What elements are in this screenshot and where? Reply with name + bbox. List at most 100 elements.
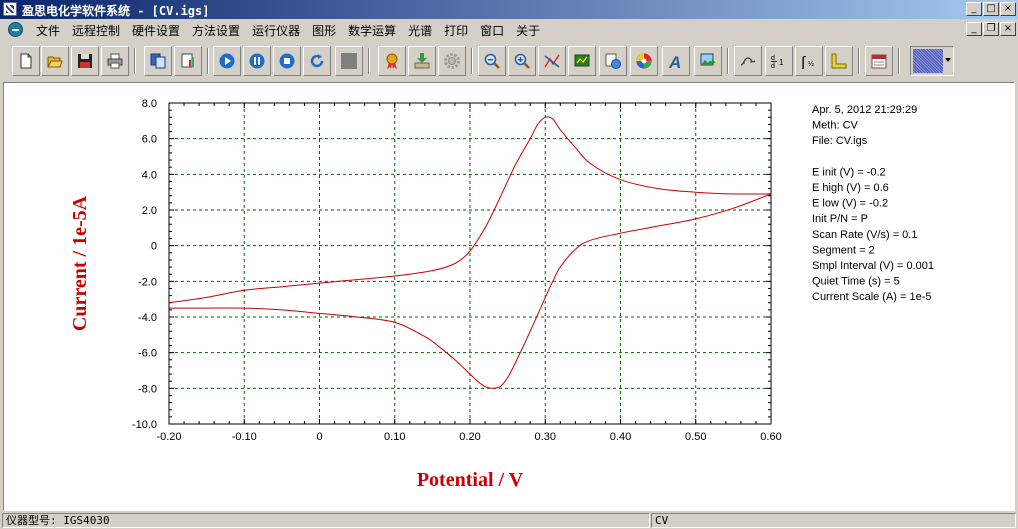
mdi-child-icon[interactable] — [8, 22, 23, 37]
text-button[interactable]: A — [662, 46, 690, 76]
y-tick-label: -4.0 — [138, 312, 157, 324]
monitor-chart-icon — [574, 54, 590, 67]
ruler-button[interactable] — [825, 46, 853, 76]
stop-button[interactable] — [273, 46, 301, 76]
mdi-restore-button[interactable]: ❐ — [983, 22, 999, 36]
svg-text:d: d — [771, 63, 775, 69]
color-wheel-icon — [636, 53, 652, 69]
gear-icon — [444, 53, 460, 69]
blank-button[interactable] — [335, 46, 363, 76]
blank-gray-icon — [341, 53, 357, 69]
x-tick-label: 0 — [316, 431, 322, 443]
pause-icon — [249, 53, 265, 69]
info-line: Meth: CV — [812, 120, 859, 132]
y-tick-label: -8.0 — [138, 383, 157, 395]
svg-text:½: ½ — [808, 60, 814, 68]
info-line: Apr. 5, 2012 21:29:29 — [812, 104, 917, 116]
experiment-info: Apr. 5, 2012 21:29:29 Meth: CV File: CV.ig… — [812, 104, 934, 303]
zoom-in-icon — [514, 53, 530, 69]
smooth-curve-icon — [740, 57, 756, 66]
smooth-button[interactable] — [734, 46, 762, 76]
zoom-out-button[interactable] — [478, 46, 506, 76]
graph-tools-button[interactable] — [538, 46, 566, 76]
tick-label-layer: -0.20 -0.10 0 0.10 0.20 0.30 0.40 0.50 0.60 8.0 6.… — [132, 98, 782, 443]
refresh-button[interactable] — [303, 46, 331, 76]
menu-file[interactable]: 文件 — [30, 22, 66, 39]
info-line: Current Scale (A) = 1e-5 — [812, 291, 932, 303]
toolbar-separator — [858, 48, 860, 74]
menu-print[interactable]: 打印 — [438, 22, 474, 39]
toolbar-separator — [134, 48, 136, 74]
basket-download-icon — [414, 53, 430, 69]
integral-button[interactable]: ∫ ½ — [795, 46, 823, 76]
info-line: E high (V) = 0.6 — [812, 182, 889, 194]
calendar-button[interactable] — [865, 46, 893, 76]
download-button[interactable] — [408, 46, 436, 76]
overlay-button[interactable] — [599, 46, 627, 76]
x-axis-title: Potential / V — [417, 469, 524, 491]
svg-text:∫: ∫ — [801, 54, 807, 69]
zoom-out-icon — [484, 53, 500, 69]
derivative-button[interactable]: dd1 — [765, 46, 793, 76]
print-button[interactable] — [101, 46, 129, 76]
menu-run-instrument[interactable]: 运行仪器 — [246, 22, 306, 39]
menu-math[interactable]: 数学运算 — [342, 22, 402, 39]
close-button[interactable]: × — [1000, 2, 1016, 16]
y-tick-label: 0 — [151, 241, 157, 253]
report-icon — [181, 53, 194, 68]
run-button[interactable] — [213, 46, 241, 76]
x-tick-label: 0.30 — [535, 431, 556, 443]
print-icon — [107, 53, 123, 69]
menu-spectrum[interactable]: 光谱 — [402, 22, 438, 39]
svg-text:d: d — [771, 55, 775, 62]
toolbar-separator — [727, 48, 729, 74]
maximize-button[interactable]: □ — [983, 2, 999, 16]
x-tick-label: 0.40 — [610, 431, 631, 443]
pause-button[interactable] — [243, 46, 271, 76]
open-button[interactable] — [41, 46, 69, 76]
open-folder-icon — [47, 56, 63, 68]
menu-about[interactable]: 关于 — [510, 22, 546, 39]
info-line: E low (V) = -0.2 — [812, 198, 888, 210]
y-tick-label: -10.0 — [132, 419, 157, 431]
app-icon[interactable] — [3, 2, 17, 16]
menu-window[interactable]: 窗口 — [474, 22, 510, 39]
zoom-in-button[interactable] — [508, 46, 536, 76]
y-tick-label: 8.0 — [142, 98, 157, 110]
y-tick-label: -2.0 — [138, 276, 157, 288]
copy-window-button[interactable] — [144, 46, 172, 76]
new-file-button[interactable] — [12, 46, 40, 76]
menu-bar: 文件 远程控制 硬件设置 方法设置 运行仪器 图形 数学运算 光谱 打印 窗口 … — [0, 19, 1018, 40]
ruler-icon — [831, 53, 847, 69]
status-method: CV — [651, 513, 1016, 528]
image-export-button[interactable] — [694, 46, 722, 76]
status-instrument: 仪器型号: IGS4030 — [2, 513, 650, 528]
copy-window-icon — [150, 53, 166, 69]
y-tick-label: 2.0 — [142, 205, 157, 217]
report-button[interactable] — [174, 46, 202, 76]
y-tick-label: 4.0 — [142, 169, 157, 181]
menu-hardware-settings[interactable]: 硬件设置 — [126, 22, 186, 39]
settings-button[interactable] — [438, 46, 466, 76]
minimize-button[interactable]: _ — [966, 2, 982, 16]
monitor-chart-button[interactable] — [568, 46, 596, 76]
save-button[interactable] — [71, 46, 99, 76]
x-tick-label: 0.20 — [459, 431, 480, 443]
x-tick-label: -0.10 — [232, 431, 257, 443]
menu-graphics[interactable]: 图形 — [306, 22, 342, 39]
run-play-icon — [219, 53, 235, 69]
title-bar: 盈思电化学软件系统 - [CV.igs] _ □ × — [0, 0, 1018, 19]
toolbar: A dd1 ∫ ½ — [0, 42, 1018, 80]
award-button[interactable] — [378, 46, 406, 76]
mdi-close-button[interactable]: × — [1000, 22, 1016, 36]
menu-remote-control[interactable]: 远程控制 — [66, 22, 126, 39]
info-line: Init P/N = P — [812, 213, 868, 225]
mdi-minimize-button[interactable]: _ — [966, 22, 982, 36]
pattern-select-icon — [913, 49, 943, 73]
color-button[interactable] — [630, 46, 658, 76]
toolbar-separator — [471, 48, 473, 74]
info-line: Segment = 2 — [812, 244, 875, 256]
x-tick-label: 0.60 — [760, 431, 781, 443]
pattern-select[interactable] — [910, 46, 954, 76]
menu-method-settings[interactable]: 方法设置 — [186, 22, 246, 39]
